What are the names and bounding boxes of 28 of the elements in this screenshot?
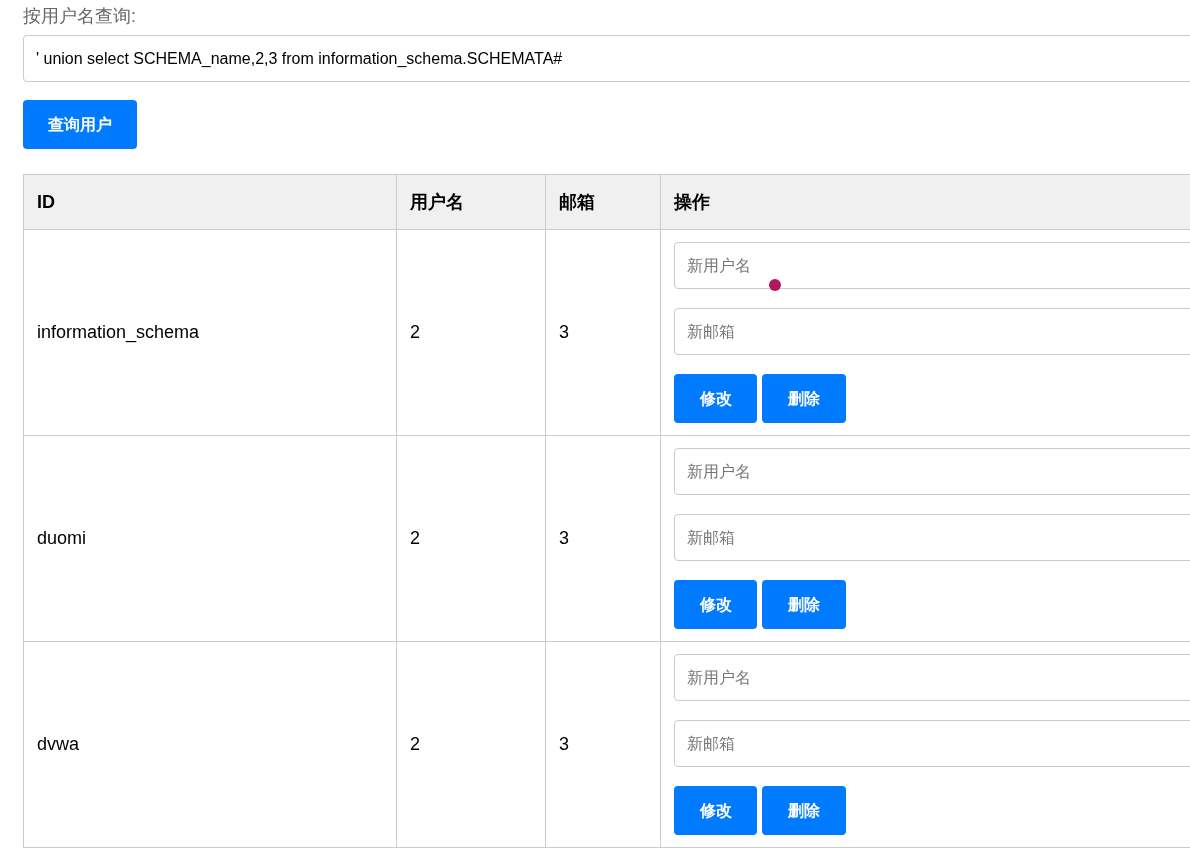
email-input[interactable]: 新邮箱 bbox=[674, 514, 1190, 561]
table-cell: 2 bbox=[410, 322, 420, 342]
table-cell: information_schema bbox=[37, 322, 200, 342]
table-cell: 3 bbox=[559, 322, 569, 342]
search-field[interactable]: ' union select SCHEMA_name,2,3 from information_schema.SCHEMATA# bbox=[23, 35, 1190, 82]
column-header: 用户名 bbox=[410, 191, 464, 212]
edit-button[interactable]: 修改 bbox=[674, 374, 757, 423]
table-cell: 2 bbox=[410, 734, 420, 754]
username-input[interactable]: 新用户名 bbox=[674, 242, 1190, 289]
username-input[interactable]: 新用户名 bbox=[674, 448, 1190, 495]
table-cell: duomi bbox=[37, 528, 87, 548]
email-input[interactable]: 新邮箱 bbox=[674, 720, 1190, 767]
table-cell: 3 bbox=[559, 734, 569, 754]
table-cell: 3 bbox=[559, 528, 569, 548]
table-cell: dvwa bbox=[37, 734, 80, 754]
column-header: 操作 bbox=[674, 191, 710, 212]
search-label: 按用户名查询: bbox=[23, 5, 136, 28]
delete-button[interactable]: 删除 bbox=[762, 580, 846, 629]
delete-button[interactable]: 删除 bbox=[762, 374, 846, 423]
username-input[interactable]: 新用户名 bbox=[674, 654, 1190, 701]
column-header: ID bbox=[37, 191, 55, 212]
search-button[interactable]: 查询用户 bbox=[23, 100, 137, 149]
edit-button[interactable]: 修改 bbox=[674, 580, 757, 629]
table-cell: 2 bbox=[410, 528, 420, 548]
email-input[interactable]: 新邮箱 bbox=[674, 308, 1190, 355]
edit-button[interactable]: 修改 bbox=[674, 786, 757, 835]
delete-button[interactable]: 删除 bbox=[762, 786, 846, 835]
column-header: 邮箱 bbox=[559, 191, 595, 212]
